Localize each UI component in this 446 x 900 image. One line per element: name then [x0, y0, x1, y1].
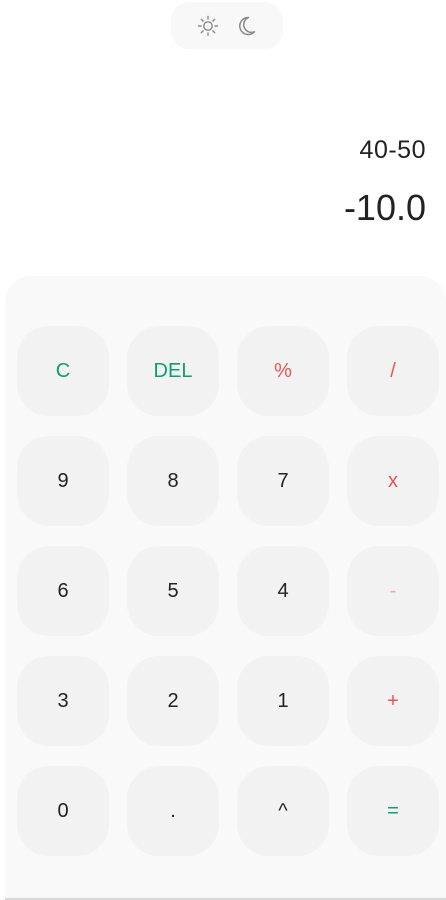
- expression-text: 40-50: [359, 136, 426, 164]
- digit-9-button[interactable]: 9: [17, 436, 109, 526]
- digit-5-button[interactable]: 5: [127, 546, 219, 636]
- percent-button[interactable]: %: [237, 326, 329, 416]
- equals-button[interactable]: =: [347, 766, 439, 856]
- moon-icon[interactable]: [233, 13, 259, 39]
- digit-1-button[interactable]: 1: [237, 656, 329, 746]
- sun-icon[interactable]: [195, 13, 221, 39]
- multiply-button[interactable]: x: [347, 436, 439, 526]
- digit-0-button[interactable]: 0: [17, 766, 109, 856]
- result-text: -10.0: [343, 187, 426, 228]
- display: 40-50 -10.0: [344, 130, 426, 230]
- calculator-screen: 40-50 -10.0 C DEL % / 9 8 7 x 6 5 4 - 3 …: [0, 0, 446, 900]
- digit-7-button[interactable]: 7: [237, 436, 329, 526]
- digit-3-button[interactable]: 3: [17, 656, 109, 746]
- keypad: C DEL % / 9 8 7 x 6 5 4 - 3 2 1 + 0 . ^ …: [5, 276, 446, 900]
- digit-4-button[interactable]: 4: [237, 546, 329, 636]
- subtract-button[interactable]: -: [347, 546, 439, 636]
- divide-button[interactable]: /: [347, 326, 439, 416]
- add-button[interactable]: +: [347, 656, 439, 746]
- power-button[interactable]: ^: [237, 766, 329, 856]
- digit-8-button[interactable]: 8: [127, 436, 219, 526]
- digit-2-button[interactable]: 2: [127, 656, 219, 746]
- digit-6-button[interactable]: 6: [17, 546, 109, 636]
- decimal-button[interactable]: .: [127, 766, 219, 856]
- clear-button[interactable]: C: [17, 326, 109, 416]
- delete-button[interactable]: DEL: [127, 326, 219, 416]
- theme-toggle: [171, 2, 283, 49]
